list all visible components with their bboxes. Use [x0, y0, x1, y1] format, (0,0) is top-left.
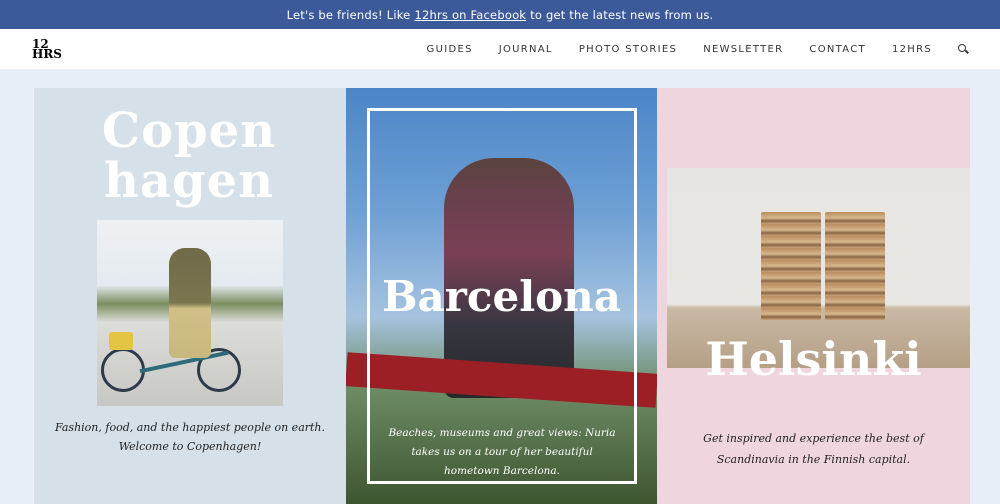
card-copenhagen[interactable]: Copen hagen Fashion, food, and the happi… — [34, 88, 346, 504]
site-header: 12 HRS GUIDES JOURNAL PHOTO STORIES NEWS… — [0, 29, 1000, 70]
site-logo[interactable]: 12 HRS — [32, 38, 62, 61]
copenhagen-description: Fashion, food, and the happiest people o… — [54, 421, 326, 453]
copenhagen-title: Copen hagen — [94, 106, 284, 206]
nav-photo-stories[interactable]: PHOTO STORIES — [579, 44, 677, 55]
helsinki-title: Helsinki — [705, 332, 922, 386]
copenhagen-photo — [97, 220, 283, 406]
nav-journal[interactable]: JOURNAL — [499, 44, 553, 55]
nav-12hrs[interactable]: 12HRS — [892, 44, 932, 55]
firewood-stack-right — [825, 212, 885, 320]
nav-contact[interactable]: CONTACT — [809, 44, 866, 55]
search-icon[interactable] — [958, 44, 968, 54]
firewood-stack-left — [761, 212, 821, 320]
logo-line-2: HRS — [32, 47, 62, 61]
nav-guides[interactable]: GUIDES — [427, 44, 473, 55]
card-helsinki[interactable]: Helsinki Get inspired and experience the… — [657, 88, 970, 504]
bike-wheel-front — [101, 348, 145, 392]
helsinki-description: Get inspired and experience the best of … — [703, 432, 924, 466]
facebook-link[interactable]: 12hrs on Facebook — [414, 8, 526, 22]
main-nav: GUIDES JOURNAL PHOTO STORIES NEWSLETTER … — [401, 44, 968, 55]
card-barcelona[interactable]: Barcelona Beaches, museums and great vie… — [346, 88, 657, 504]
cyclist — [169, 248, 211, 358]
promo-text-before: Let's be friends! Like — [286, 7, 411, 22]
copenhagen-title-line-1: Copen — [101, 103, 277, 159]
city-cards: Copen hagen Fashion, food, and the happi… — [34, 88, 970, 504]
barcelona-description: Beaches, museums and great views: Nuria … — [388, 427, 616, 477]
promo-bar: Let's be friends! Like 12hrs on Facebook… — [0, 0, 1000, 29]
barcelona-title: Barcelona — [382, 272, 621, 321]
copenhagen-title-line-2: hagen — [104, 153, 274, 209]
nav-newsletter[interactable]: NEWSLETTER — [703, 44, 783, 55]
bike-basket — [109, 332, 133, 350]
promo-text-after: to get the latest news from us. — [530, 7, 714, 22]
